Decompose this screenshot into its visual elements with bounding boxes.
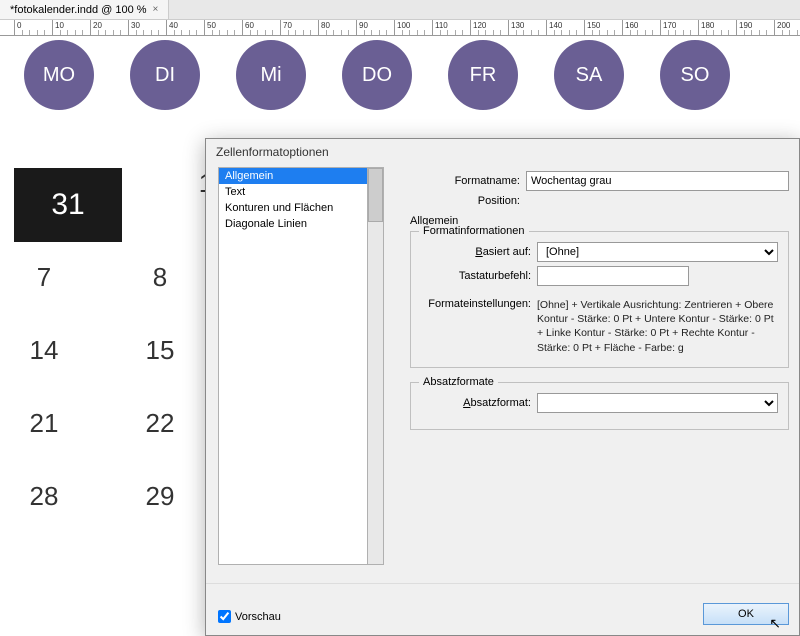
tab-bar: *fotokalender.indd @ 100 % × bbox=[0, 0, 800, 20]
calendar-cell: 15 bbox=[130, 335, 190, 366]
einstellungen-label: Formateinstellungen: bbox=[421, 298, 537, 355]
document-tab-title: *fotokalender.indd @ 100 % bbox=[10, 4, 147, 16]
basiert-label: Basiert auf: bbox=[421, 246, 537, 258]
tastatur-label: Tastaturbefehl: bbox=[421, 270, 537, 282]
dialog-footer: Vorschau OK ↖ bbox=[206, 583, 799, 635]
day-circle: DO bbox=[342, 40, 412, 110]
calendar-cell: 28 bbox=[14, 481, 74, 512]
form-area: Formatname: Position: Allgemein Formatin… bbox=[384, 167, 799, 577]
calendar-cell: 7 bbox=[14, 262, 74, 293]
category-item[interactable]: Diagonale Linien bbox=[219, 216, 367, 232]
horizontal-ruler: 0102030405060708090100110120130140150160… bbox=[0, 20, 800, 36]
scrollbar-thumb[interactable] bbox=[368, 168, 383, 222]
weekday-header: MO DI Mi DO FR SA SO bbox=[0, 36, 800, 110]
absatz-legend: Absatzformate bbox=[419, 376, 498, 388]
category-item[interactable]: Allgemein bbox=[219, 168, 367, 184]
absatzformat-select[interactable] bbox=[537, 393, 778, 413]
calendar-cell: 31 bbox=[14, 168, 122, 242]
absatz-fieldset: Absatzformate Absatzformat: bbox=[410, 382, 789, 430]
dialog-title: Zellenformatoptionen bbox=[206, 139, 799, 161]
category-item[interactable]: Konturen und Flächen bbox=[219, 200, 367, 216]
category-list[interactable]: AllgemeinTextKonturen und FlächenDiagona… bbox=[218, 167, 368, 565]
document-tab[interactable]: *fotokalender.indd @ 100 % × bbox=[0, 0, 169, 19]
cell-style-options-dialog: Zellenformatoptionen AllgemeinTextKontur… bbox=[205, 138, 800, 636]
preview-label: Vorschau bbox=[235, 611, 281, 623]
formatinfo-legend: Formatinformationen bbox=[419, 225, 529, 237]
einstellungen-text: [Ohne] + Vertikale Ausrichtung: Zentrier… bbox=[537, 298, 778, 355]
day-circle: Mi bbox=[236, 40, 306, 110]
preview-checkbox-label[interactable]: Vorschau bbox=[218, 610, 281, 623]
ok-button[interactable]: OK bbox=[703, 603, 789, 625]
category-item[interactable]: Text bbox=[219, 184, 367, 200]
calendar-cell: 14 bbox=[14, 335, 74, 366]
day-circle: DI bbox=[130, 40, 200, 110]
day-circle: FR bbox=[448, 40, 518, 110]
calendar-cell: 21 bbox=[14, 408, 74, 439]
formatinfo-fieldset: Formatinformationen Basiert auf: [Ohne] … bbox=[410, 231, 789, 368]
position-label: Position: bbox=[410, 195, 526, 207]
category-scrollbar[interactable] bbox=[368, 167, 384, 565]
tastatur-input[interactable] bbox=[537, 266, 689, 286]
formatname-input[interactable] bbox=[526, 171, 789, 191]
document-canvas: MODIMiDOFRSASO 31178141521222829 Zellenf… bbox=[0, 36, 800, 600]
calendar-cell: 22 bbox=[130, 408, 190, 439]
formatname-label: Formatname: bbox=[410, 175, 526, 187]
preview-checkbox[interactable] bbox=[218, 610, 231, 623]
calendar-cell: 29 bbox=[130, 481, 190, 512]
absatzformat-label: Absatzformat: bbox=[421, 397, 537, 409]
close-icon[interactable]: × bbox=[153, 4, 159, 15]
day-circle: MO bbox=[24, 40, 94, 110]
day-circle: SO bbox=[660, 40, 730, 110]
day-circle: SA bbox=[554, 40, 624, 110]
basiert-select[interactable]: [Ohne] bbox=[537, 242, 778, 262]
calendar-cell: 8 bbox=[130, 262, 190, 293]
